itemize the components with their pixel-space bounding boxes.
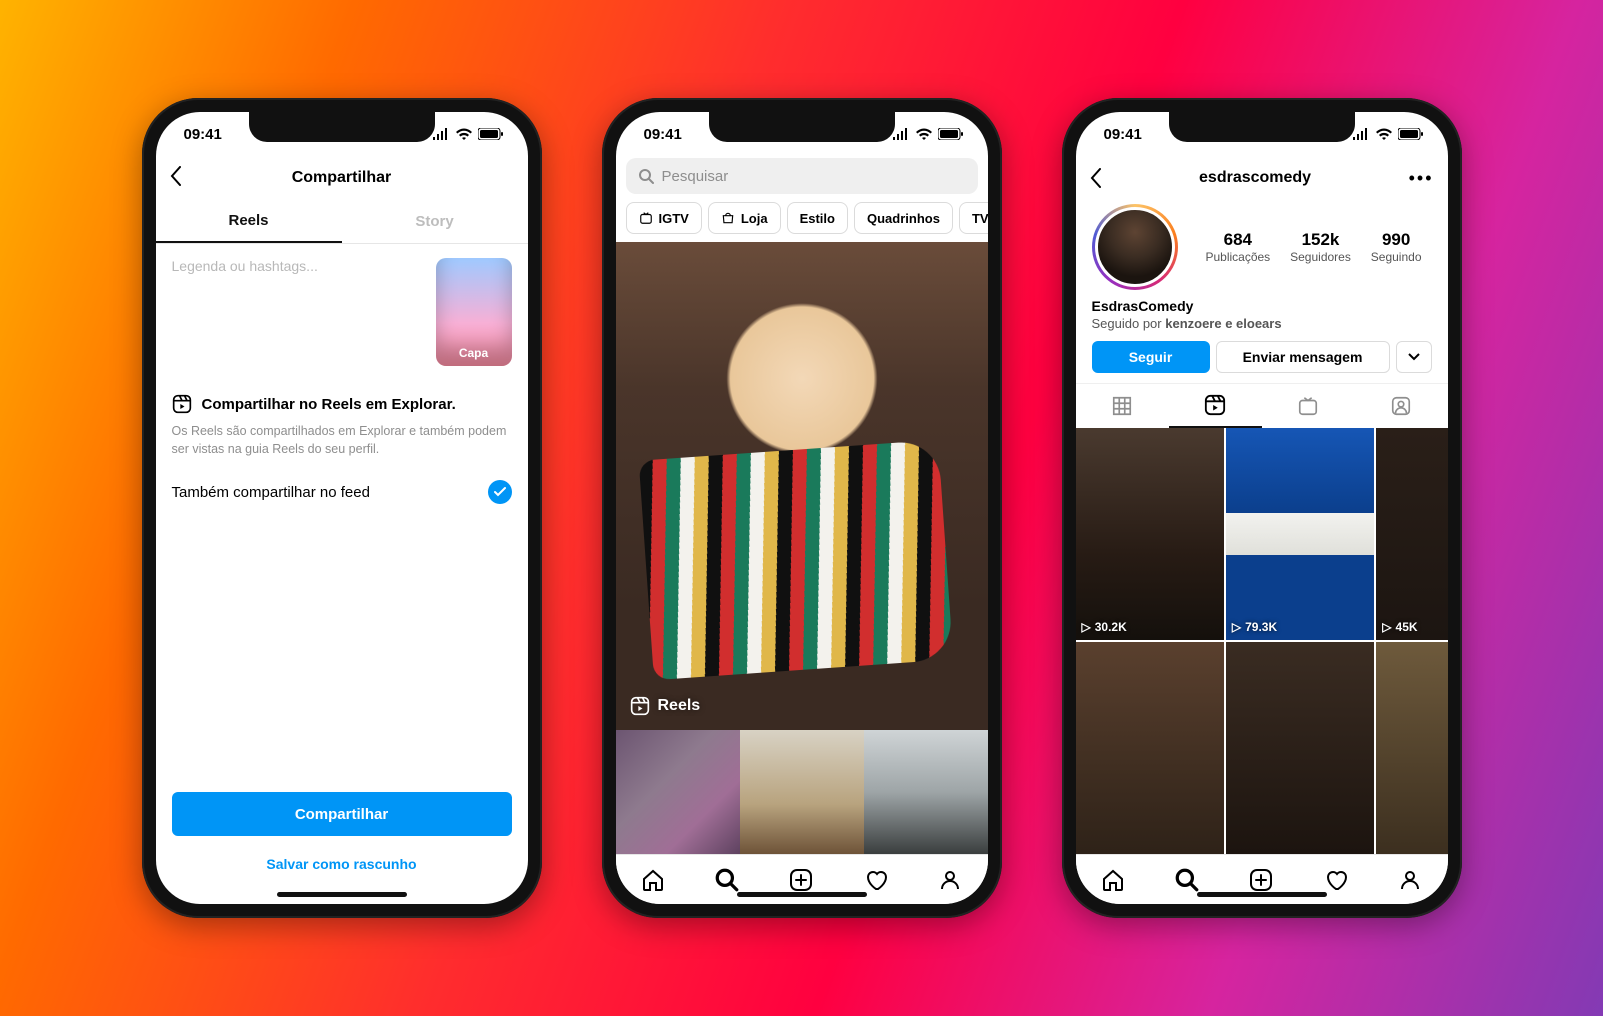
share-feed-label: Também compartilhar no feed	[172, 484, 370, 501]
share-title: Compartilhar	[292, 169, 392, 187]
caption-input[interactable]: Legenda ou hashtags...	[172, 258, 424, 366]
explore-tile[interactable]	[864, 730, 988, 854]
tab-story[interactable]: Story	[342, 200, 528, 243]
avatar[interactable]	[1092, 204, 1178, 290]
tab-grid-icon[interactable]	[1076, 384, 1169, 428]
status-icons	[892, 128, 964, 140]
explore-desc: Os Reels são compartilhados em Explorar …	[172, 422, 512, 458]
tab-igtv-icon[interactable]	[1262, 384, 1355, 428]
reels-icon	[172, 394, 192, 414]
share-tabs: Reels Story	[156, 200, 528, 244]
stat-followers[interactable]: 152k Seguidores	[1290, 230, 1351, 264]
nav-add-icon[interactable]	[788, 867, 814, 893]
follow-button[interactable]: Seguir	[1092, 341, 1210, 373]
chip-loja[interactable]: Loja	[708, 202, 781, 234]
phone-share: 09:41 Compartilhar Reels Story Legenda o…	[142, 98, 542, 918]
profile-username: esdrascomedy	[1102, 169, 1409, 187]
search-placeholder: Pesquisar	[662, 168, 729, 185]
share-explore-section: Compartilhar no Reels em Explorar. Os Re…	[172, 394, 512, 458]
explore-reel-hero[interactable]: Reels	[616, 242, 988, 730]
status-time: 09:41	[1104, 126, 1142, 143]
message-button[interactable]: Enviar mensagem	[1216, 341, 1390, 373]
home-indicator	[277, 892, 407, 897]
search-input[interactable]: Pesquisar	[626, 158, 978, 194]
nav-add-icon[interactable]	[1248, 867, 1274, 893]
explore-chips: IGTV Loja Estilo Quadrinhos TV e cin	[616, 202, 988, 242]
reel-cell[interactable]: ▷45K	[1376, 428, 1447, 640]
status-icons	[432, 128, 504, 140]
play-icon: ▷	[1232, 620, 1241, 634]
stat-posts[interactable]: 684 Publicações	[1205, 230, 1270, 264]
chevron-down-icon	[1408, 353, 1420, 361]
status-time: 09:41	[644, 126, 682, 143]
status-bar: 09:41	[616, 112, 988, 156]
search-icon	[638, 168, 654, 184]
back-icon[interactable]	[1090, 168, 1102, 188]
profile-header: esdrascomedy •••	[1076, 156, 1448, 200]
share-button[interactable]: Compartilhar	[172, 792, 512, 836]
followed-by[interactable]: Seguido por kenzoere e eloears	[1076, 314, 1448, 341]
reel-cell[interactable]	[1376, 642, 1447, 854]
tab-reels-icon[interactable]	[1169, 384, 1262, 428]
share-feed-row[interactable]: Também compartilhar no feed	[172, 480, 512, 504]
nav-home-icon[interactable]	[640, 867, 666, 893]
igtv-icon	[639, 211, 653, 225]
dropdown-button[interactable]	[1396, 341, 1432, 373]
chip-quadrinhos[interactable]: Quadrinhos	[854, 202, 953, 234]
play-icon: ▷	[1082, 620, 1091, 634]
profile-stats: 684 Publicações 152k Seguidores 990 Segu…	[1196, 230, 1432, 264]
back-icon[interactable]	[170, 166, 182, 186]
reel-cell[interactable]	[1226, 642, 1374, 854]
nav-profile-icon[interactable]	[1397, 867, 1423, 893]
explore-row	[616, 730, 988, 854]
nav-heart-icon[interactable]	[1323, 867, 1349, 893]
phone-explore: 09:41 Pesquisar IGTV Loja Estilo Qua	[602, 98, 1002, 918]
reel-cell[interactable]: ▷30.2K	[1076, 428, 1224, 640]
nav-profile-icon[interactable]	[937, 867, 963, 893]
cover-label: Capa	[459, 346, 488, 360]
nav-heart-icon[interactable]	[863, 867, 889, 893]
share-feed-check-icon[interactable]	[488, 480, 512, 504]
explore-tile[interactable]	[616, 730, 740, 854]
reels-icon	[630, 696, 650, 716]
bag-icon	[721, 211, 735, 225]
status-time: 09:41	[184, 126, 222, 143]
chip-estilo[interactable]: Estilo	[787, 202, 848, 234]
reels-badge: Reels	[630, 696, 701, 716]
phone-profile: 09:41 esdrascomedy ••• 684 Publicações 1…	[1062, 98, 1462, 918]
home-indicator	[737, 892, 867, 897]
cover-thumbnail[interactable]: Capa	[436, 258, 512, 366]
explore-heading: Compartilhar no Reels em Explorar.	[202, 396, 456, 413]
explore-tile[interactable]	[740, 730, 864, 854]
home-indicator	[1197, 892, 1327, 897]
profile-media-tabs	[1076, 383, 1448, 428]
status-bar: 09:41	[156, 112, 528, 156]
more-icon[interactable]: •••	[1409, 168, 1434, 189]
nav-search-icon[interactable]	[1174, 867, 1200, 893]
reel-cell[interactable]: ▷79.3K	[1226, 428, 1374, 640]
tab-tagged-icon[interactable]	[1355, 384, 1448, 428]
status-bar: 09:41	[1076, 112, 1448, 156]
play-icon: ▷	[1382, 620, 1391, 634]
save-draft-button[interactable]: Salvar como rascunho	[172, 844, 512, 884]
chip-igtv[interactable]: IGTV	[626, 202, 702, 234]
reels-grid: ▷30.2K ▷79.3K ▷45K	[1076, 428, 1448, 854]
hero-content-image	[638, 440, 953, 680]
stat-following[interactable]: 990 Seguindo	[1371, 230, 1422, 264]
share-header: Compartilhar	[156, 156, 528, 200]
nav-home-icon[interactable]	[1100, 867, 1126, 893]
profile-display-name: EsdrasComedy	[1076, 298, 1448, 314]
status-icons	[1352, 128, 1424, 140]
reel-cell[interactable]	[1076, 642, 1224, 854]
nav-search-icon[interactable]	[714, 867, 740, 893]
tab-reels[interactable]: Reels	[156, 200, 342, 243]
chip-tv[interactable]: TV e cin	[959, 202, 988, 234]
